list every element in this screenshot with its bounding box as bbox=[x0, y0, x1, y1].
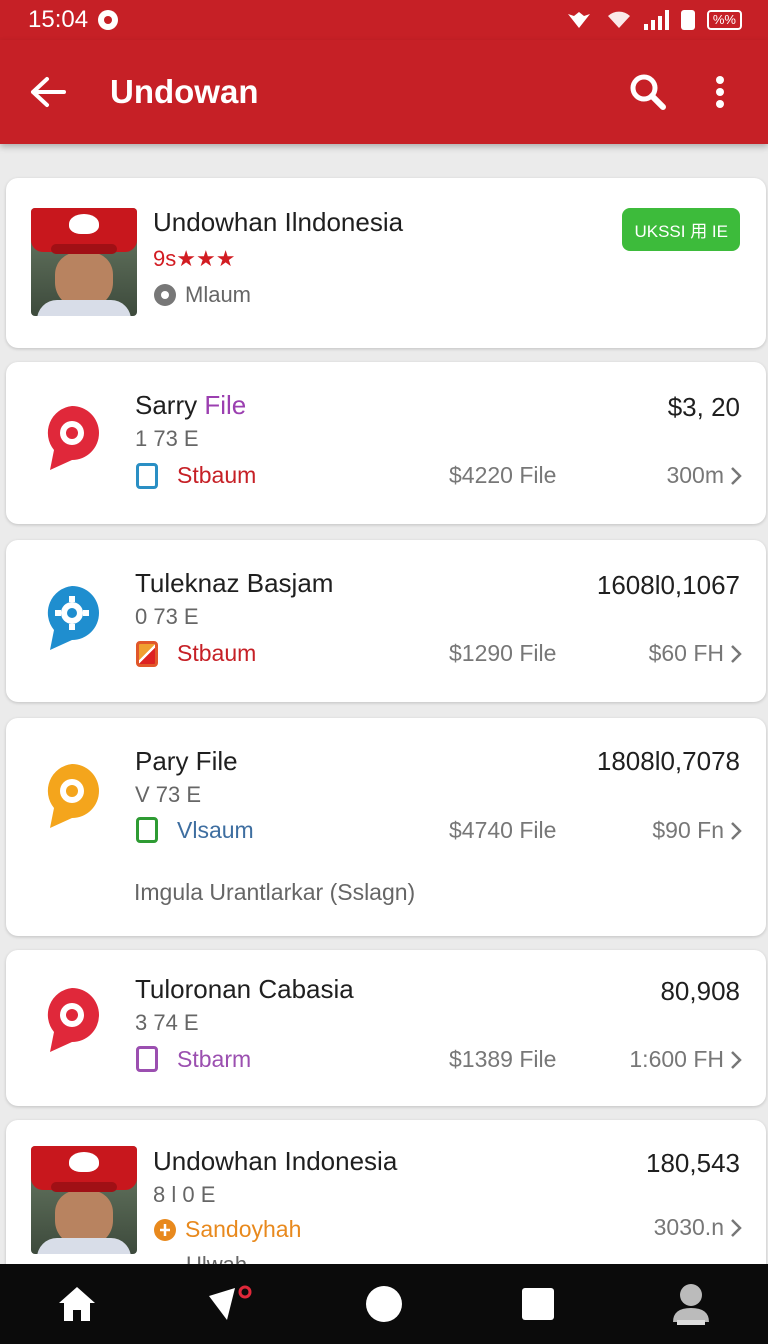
item-meta: 3030.n bbox=[654, 1214, 742, 1241]
sim-icon bbox=[680, 10, 695, 30]
rating-stars: ★★★ bbox=[176, 246, 236, 271]
profile-location: Mlaum bbox=[153, 282, 251, 308]
item-value: 1808l0,7078 bbox=[596, 746, 740, 776]
stop-icon bbox=[521, 1288, 554, 1320]
item-meta: $90 Fn bbox=[652, 817, 742, 844]
wifi-icon bbox=[607, 11, 630, 28]
item-tag: Sandoyhah bbox=[153, 1216, 301, 1243]
search-icon bbox=[630, 74, 666, 110]
list-item[interactable]: Tuloronan Cabasia 3 74 E Stbarm $1389 Fi… bbox=[6, 950, 766, 1106]
item-meta: 300m bbox=[666, 462, 742, 489]
wings-icon bbox=[567, 12, 590, 28]
more-button[interactable] bbox=[684, 40, 756, 144]
arrow-left-icon bbox=[31, 77, 66, 107]
nav-profile[interactable] bbox=[651, 1264, 731, 1344]
profile-name: Undowhan Ilndonesia bbox=[153, 207, 404, 237]
notification-dot-icon bbox=[98, 10, 119, 30]
item-title: Undowhan Indonesia bbox=[153, 1146, 398, 1176]
item-tag: Stbarm bbox=[177, 1046, 252, 1072]
item-tag: Stbaum bbox=[177, 640, 257, 666]
location-pin-icon bbox=[47, 406, 99, 470]
item-title: Tuloronan Cabasia bbox=[135, 974, 354, 1004]
status-time: 15:04 bbox=[28, 6, 89, 33]
location-pin-icon bbox=[47, 988, 99, 1052]
item-title: Tuleknaz Basjam bbox=[135, 568, 334, 598]
item-title: Sarry File bbox=[135, 390, 247, 420]
item-code: 0 73 E bbox=[135, 604, 199, 629]
item-meta: $60 FH bbox=[649, 640, 742, 667]
item-value: $3, 20 bbox=[667, 392, 740, 422]
item-value: 1608l0,1067 bbox=[596, 570, 740, 600]
list-item[interactable]: Pary File V 73 E Vlsaum $4740 File 1808l… bbox=[6, 718, 766, 936]
location-pin-icon bbox=[47, 764, 99, 828]
item-meta: 1:600 FH bbox=[629, 1046, 742, 1073]
nav-notifications[interactable] bbox=[190, 1264, 270, 1344]
chevron-right-icon bbox=[731, 1218, 742, 1237]
profile-card[interactable]: Undowhan Ilndonesia 9s★★★ Mlaum UKSSI 用 … bbox=[6, 178, 766, 348]
chevron-right-icon bbox=[731, 466, 742, 485]
coin-icon bbox=[154, 1218, 176, 1241]
battery-icon: %% bbox=[706, 10, 742, 30]
item-tag: Stbaum bbox=[177, 462, 257, 488]
settings-pin-icon bbox=[47, 586, 99, 650]
avatar bbox=[31, 208, 137, 316]
status-badge: UKSSI 用 IE bbox=[622, 208, 740, 251]
back-button[interactable] bbox=[0, 40, 96, 144]
list-item[interactable]: Tuleknaz Basjam 0 73 E Stbaum $1290 File… bbox=[6, 540, 766, 702]
nav-stop[interactable] bbox=[498, 1264, 578, 1344]
item-title: Pary File bbox=[135, 746, 238, 776]
item-code: V 73 E bbox=[135, 782, 202, 807]
list-item[interactable]: Sarry File 1 73 E Stbaum $4220 File $3, … bbox=[6, 362, 766, 524]
chevron-right-icon bbox=[731, 1050, 742, 1069]
record-icon bbox=[365, 1286, 402, 1322]
item-code: 3 74 E bbox=[135, 1010, 199, 1035]
item-value: 180,543 bbox=[646, 1148, 740, 1178]
item-code: 1 73 E bbox=[135, 426, 199, 451]
more-vert-icon bbox=[716, 76, 724, 108]
file-icon bbox=[136, 817, 158, 843]
item-note: Imgula Urantlarkar (Sslagn) bbox=[134, 879, 416, 905]
app-bar: Undowan bbox=[0, 40, 768, 144]
page-title: Undowan bbox=[110, 73, 259, 110]
image-file-icon bbox=[136, 641, 158, 667]
home-icon bbox=[58, 1287, 95, 1321]
item-code: 8 l 0 E bbox=[153, 1182, 216, 1207]
item-file-size: $1290 File bbox=[449, 640, 557, 666]
nav-record[interactable] bbox=[344, 1264, 424, 1344]
file-icon bbox=[136, 463, 158, 489]
status-bar: 15:04 %% bbox=[0, 0, 768, 40]
avatar bbox=[31, 1146, 137, 1254]
chevron-right-icon bbox=[731, 644, 742, 663]
profile-icon bbox=[673, 1284, 710, 1325]
search-button[interactable] bbox=[612, 40, 684, 144]
signal-icon bbox=[643, 10, 669, 30]
profile-rating: 9s★★★ bbox=[153, 246, 236, 271]
item-file-size: $4740 File bbox=[449, 817, 557, 843]
bottom-nav bbox=[0, 1264, 768, 1344]
nav-home[interactable] bbox=[37, 1264, 117, 1344]
item-file-size: $4220 File bbox=[449, 462, 557, 488]
item-value: 80,908 bbox=[660, 976, 740, 1006]
chevron-right-icon bbox=[731, 821, 742, 840]
notifications-icon bbox=[209, 1285, 252, 1320]
item-file-size: $1389 File bbox=[449, 1046, 557, 1072]
document-icon bbox=[136, 1046, 158, 1072]
item-tag: Vlsaum bbox=[177, 817, 254, 843]
location-icon bbox=[154, 284, 176, 306]
